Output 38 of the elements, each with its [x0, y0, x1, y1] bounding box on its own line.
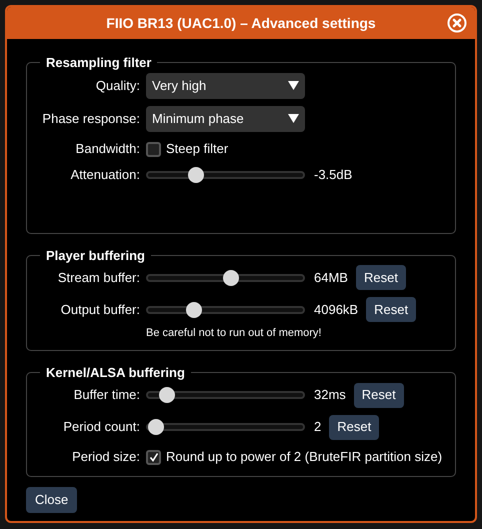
field-label: Quality:	[94, 76, 140, 95]
field-label: Period size:	[71, 448, 140, 466]
caret-icon	[288, 81, 299, 90]
slider-thumb[interactable]	[148, 419, 164, 435]
field-label: Buffer time:	[72, 386, 140, 404]
close-icon[interactable]	[447, 13, 467, 33]
value-reading: 64MB	[314, 268, 348, 287]
slider-thumb[interactable]	[188, 166, 204, 183]
field-label: Stream buffer:	[56, 268, 140, 287]
field-label: Period count:	[62, 418, 140, 436]
value-reading: 32ms	[314, 386, 346, 404]
dropdown[interactable]: Minimum phase	[146, 106, 305, 132]
value-reading: 4096kB	[314, 300, 358, 319]
warning-note: Be careful not to run out of memory!	[146, 326, 322, 340]
checkbox-label: Steep filter	[166, 140, 228, 158]
checkbox-label: Round up to power of 2 (BruteFIR partition size)	[166, 448, 442, 466]
checkbox[interactable]	[146, 142, 161, 157]
window-title: FIIO BR13 (UAC1.0) – Advanced settings	[106, 14, 376, 33]
section-legend: Kernel/ALSA buffering	[40, 363, 191, 382]
slider-thumb[interactable]	[186, 302, 202, 318]
field-label: Output buffer:	[60, 300, 140, 319]
field-label: Bandwidth:	[74, 140, 140, 158]
field-label: Phase response:	[41, 110, 140, 128]
dropdown[interactable]: Very high	[146, 72, 305, 98]
slider-thumb[interactable]	[223, 270, 240, 286]
value-reading: -3.5dB	[314, 166, 352, 184]
checkbox[interactable]	[146, 450, 161, 465]
field-label: Attenuation:	[70, 166, 140, 184]
slider-thumb[interactable]	[159, 387, 176, 403]
close-button[interactable]: Close	[26, 487, 78, 513]
reset-button[interactable]: Reset	[329, 414, 380, 440]
section-legend: Player buffering	[40, 246, 151, 265]
section-legend: Resampling filter	[40, 53, 158, 72]
value-reading: 2	[314, 418, 322, 436]
reset-button[interactable]: Reset	[356, 265, 406, 290]
caret-icon	[288, 114, 299, 123]
reset-button[interactable]: Reset	[366, 297, 416, 322]
reset-button[interactable]: Reset	[354, 382, 404, 408]
